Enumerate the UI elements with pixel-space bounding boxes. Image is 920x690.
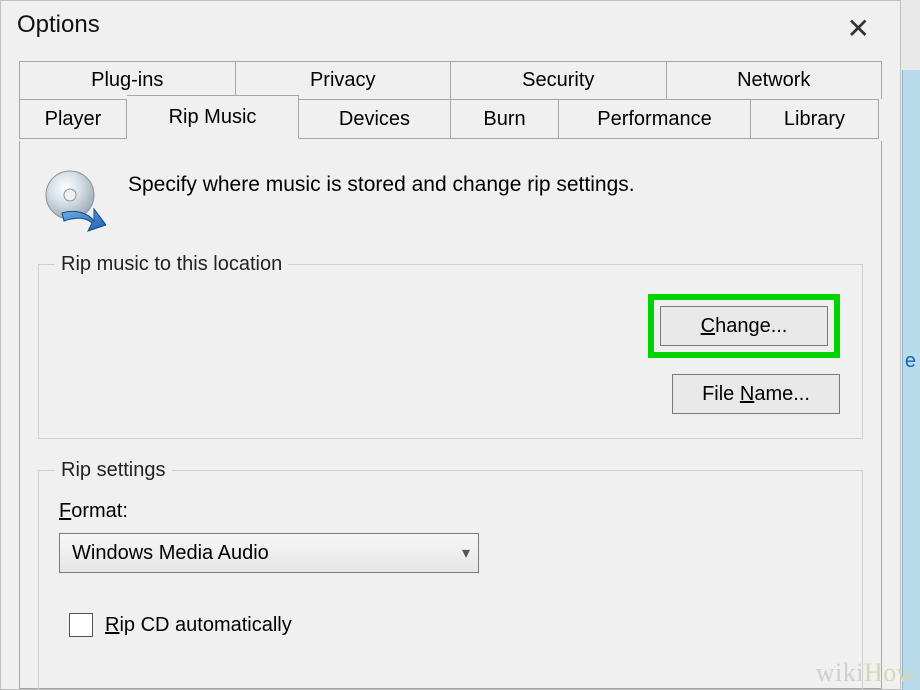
tab-rip-music[interactable]: Rip Music — [127, 95, 299, 139]
format-label: Format: — [59, 500, 846, 523]
tab-library[interactable]: Library — [751, 99, 879, 139]
titlebar: Options ✕ — [1, 1, 900, 61]
chevron-down-icon: ▾ — [462, 543, 470, 563]
rip-location-group: Rip music to this location Change... Fil… — [38, 253, 863, 439]
window-title: Options — [17, 11, 100, 39]
rip-auto-checkbox-row[interactable]: Rip CD automatically — [69, 613, 846, 637]
file-name-button[interactable]: File Name... — [672, 374, 840, 414]
tab-network[interactable]: Network — [667, 61, 883, 99]
rip-auto-checkbox[interactable] — [69, 613, 93, 637]
change-button[interactable]: Change... — [660, 306, 828, 346]
tab-performance[interactable]: Performance — [559, 99, 751, 139]
background-window-strip: e — [902, 70, 920, 690]
rip-settings-group: Rip settings Format: Windows Media Audio… — [38, 459, 863, 690]
tab-security[interactable]: Security — [451, 61, 667, 99]
options-dialog: Options ✕ Plug-ins Privacy Security Netw… — [0, 0, 901, 690]
tab-content: Specify where music is stored and change… — [19, 141, 882, 689]
intro-row: Specify where music is stored and change… — [42, 169, 859, 233]
format-value: Windows Media Audio — [72, 542, 269, 565]
rip-settings-legend: Rip settings — [55, 459, 172, 482]
intro-text: Specify where music is stored and change… — [128, 169, 635, 197]
tab-devices[interactable]: Devices — [299, 99, 451, 139]
background-letter: e — [905, 350, 916, 373]
rip-auto-label: Rip CD automatically — [105, 614, 292, 637]
rip-cd-icon — [42, 169, 106, 233]
tab-burn[interactable]: Burn — [451, 99, 559, 139]
tab-player[interactable]: Player — [19, 99, 127, 139]
change-button-highlight: Change... — [648, 294, 840, 358]
rip-location-legend: Rip music to this location — [55, 253, 288, 276]
tabstrip: Plug-ins Privacy Security Network Player… — [19, 61, 882, 141]
close-icon[interactable]: ✕ — [833, 11, 884, 47]
tab-plugins[interactable]: Plug-ins — [19, 61, 236, 99]
tab-privacy[interactable]: Privacy — [236, 61, 452, 99]
format-select[interactable]: Windows Media Audio ▾ — [59, 533, 479, 573]
